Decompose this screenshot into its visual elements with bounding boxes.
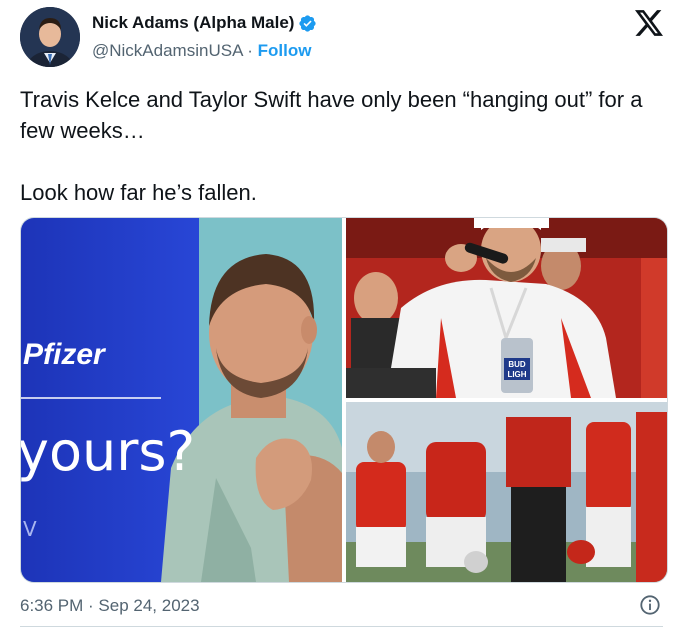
ad-overlay-text: yours? <box>21 420 195 483</box>
can-label-line1: BUD <box>508 360 526 369</box>
author-handle-row: @NickAdamsinUSA · Follow <box>92 41 311 61</box>
media-grid: Pfizer yours? V BUD LIGH <box>20 217 668 583</box>
x-logo-icon[interactable] <box>635 10 663 36</box>
tweet-timestamp[interactable]: 6:36 PM · Sep 24, 2023 <box>20 596 200 616</box>
verified-badge-icon <box>299 14 317 32</box>
media-image-celebration[interactable]: BUD LIGH <box>346 218 667 398</box>
media-image-team-kneeling[interactable] <box>346 402 667 582</box>
author-avatar[interactable] <box>20 7 80 67</box>
bottom-divider <box>20 626 663 627</box>
media-image-pfizer-ad[interactable]: Pfizer yours? V <box>21 218 342 582</box>
follow-button[interactable]: Follow <box>258 41 312 60</box>
pfizer-logo-text: Pfizer <box>23 338 107 371</box>
handle-separator: · <box>247 41 253 60</box>
can-label-line2: LIGH <box>507 370 526 379</box>
info-icon[interactable] <box>639 594 661 616</box>
author-handle[interactable]: @NickAdamsinUSA <box>92 41 242 60</box>
avatar-photo <box>20 7 80 67</box>
tweet-text: Travis Kelce and Taylor Swift have only … <box>20 87 643 205</box>
ad-corner-text: V <box>23 517 37 541</box>
author-display-name[interactable]: Nick Adams (Alpha Male) <box>92 13 294 33</box>
author-name-row: Nick Adams (Alpha Male) <box>92 13 317 33</box>
